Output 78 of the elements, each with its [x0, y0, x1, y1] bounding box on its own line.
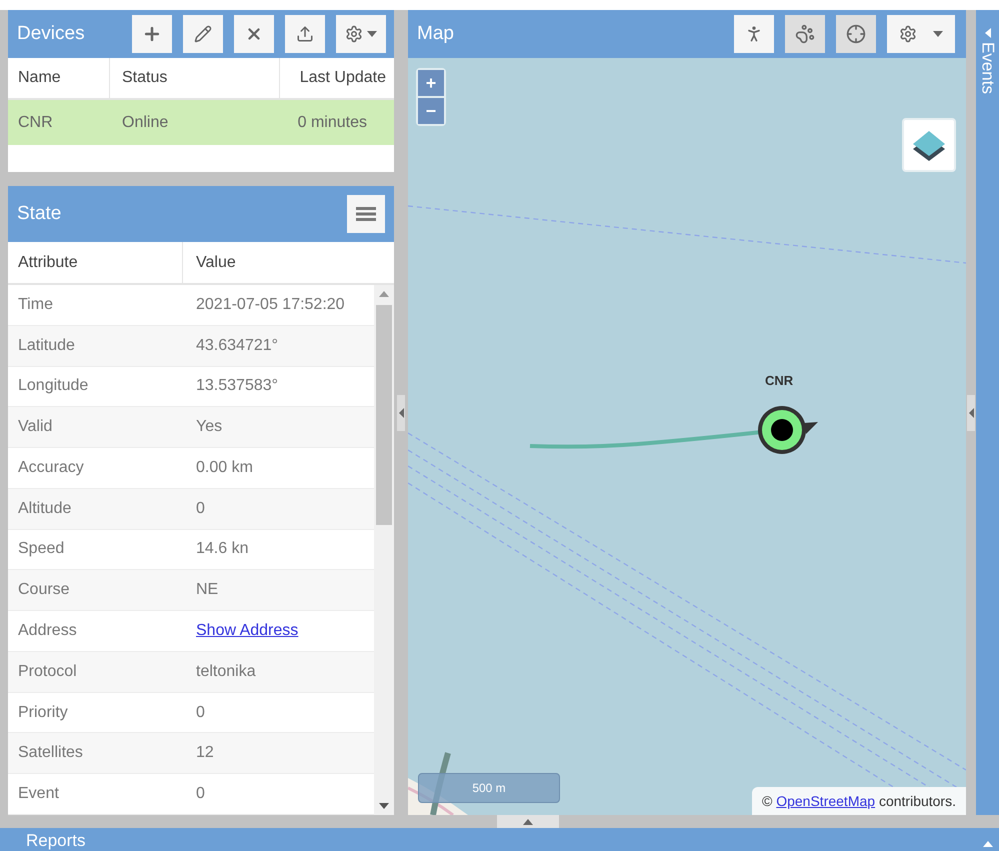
table-cell-text: Altitude [17, 498, 72, 519]
table-cell-text: Event [17, 784, 60, 804]
scale-label: 500 m [472, 780, 506, 797]
rows-icon [356, 207, 376, 221]
table-cell-text: Valid [17, 417, 54, 438]
settings-button[interactable] [336, 15, 386, 53]
column-header[interactable]: Last Update [280, 58, 394, 98]
table-cell-text: Time [17, 294, 54, 315]
panel-title: Devices [17, 22, 86, 46]
layers-button[interactable] [902, 118, 956, 172]
add-button[interactable] [132, 15, 172, 53]
scroll-down-icon [379, 803, 389, 809]
device-row[interactable]: CNR Online 0 minutes [8, 100, 394, 145]
column-header[interactable]: Attribute [8, 242, 183, 283]
table-cell-text: 43.634721° [195, 336, 280, 356]
collapse-handle[interactable] [497, 815, 559, 828]
table-cell-text: 0 minutes [296, 112, 368, 132]
collapse-handle[interactable] [397, 394, 405, 430]
table-cell-text: Latitude [17, 336, 76, 356]
column-header[interactable]: Status [110, 58, 280, 98]
table-cell-text: Priority [17, 702, 69, 723]
layers-icon [912, 129, 946, 161]
table-cell-text: 0 [195, 784, 206, 804]
plus-icon [142, 24, 162, 44]
upload-button[interactable] [285, 15, 325, 53]
table-cell-text: NE [195, 580, 220, 600]
table-cell-text: 13.537583° [195, 376, 280, 396]
table-cell-text: Accuracy [17, 458, 85, 478]
caret-icon [933, 31, 943, 37]
table-cell-text: Yes [195, 417, 224, 438]
table-cell-text: Satellites [17, 743, 84, 764]
crosshair-button[interactable] [836, 15, 876, 53]
person-button[interactable] [734, 15, 774, 53]
marker-label: CNR [765, 372, 794, 390]
columns-button[interactable] [347, 195, 385, 233]
table-cell-text: 2021-07-05 17:52:20 [195, 294, 346, 315]
table-cell-text: 0 [195, 498, 206, 519]
panel-title: Map [417, 22, 455, 46]
pencil-icon [194, 25, 212, 43]
table-cell-text: Longitude [17, 376, 90, 396]
edit-button[interactable] [183, 15, 223, 53]
up-arrow-icon [983, 841, 993, 847]
crosshair-icon [846, 24, 866, 44]
table-cell-text: Address [17, 621, 78, 641]
settings-icon [345, 25, 363, 43]
openstreetmap-link[interactable]: OpenStreetMap [776, 790, 876, 812]
table-cell-text: 12 [195, 743, 215, 764]
scroll-up-icon [379, 291, 389, 297]
caret-icon [367, 31, 377, 37]
table-cell-text: 14.6 kn [195, 539, 250, 560]
left-arrow-icon [968, 408, 974, 418]
events-title: Events [977, 42, 998, 94]
map-settings-button[interactable] [887, 15, 955, 53]
table-cell-text: teltonika [195, 662, 257, 682]
device-marker-icon[interactable] [756, 404, 820, 456]
panel-title: State [17, 202, 62, 226]
paw-icon [795, 24, 815, 44]
table-cell-text: Speed [17, 539, 66, 560]
table-cell-text: 0.00 km [195, 458, 254, 478]
up-arrow-icon [523, 818, 533, 824]
scrollbar[interactable] [374, 285, 394, 815]
table-cell-text: Course [17, 580, 71, 600]
column-header[interactable]: Value [183, 242, 394, 283]
table-cell-text: CNR [17, 112, 54, 132]
column-header[interactable]: Name [8, 58, 110, 98]
settings-icon [899, 25, 917, 43]
paw-button[interactable] [785, 15, 825, 53]
left-arrow-icon [398, 408, 404, 418]
upload-icon [296, 25, 314, 43]
left-arrow-icon [984, 28, 990, 38]
table-cell-text: Protocol [17, 662, 78, 682]
show-address-link[interactable]: Show Address [196, 619, 298, 643]
remove-button[interactable] [234, 15, 274, 53]
table-cell-text: Online [121, 112, 170, 132]
panel-title: Reports [26, 830, 87, 851]
table-cell-text: 0 [195, 702, 206, 723]
collapse-handle[interactable] [967, 394, 975, 430]
map-attribution: © OpenStreetMap contributors. [752, 787, 966, 815]
